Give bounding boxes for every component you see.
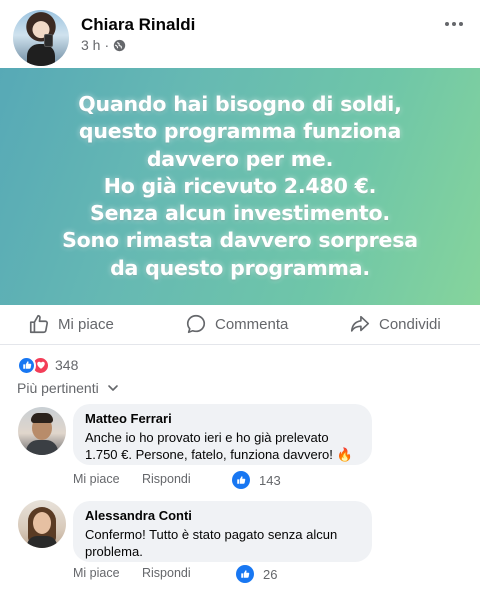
like-label: Mi piace xyxy=(58,315,114,333)
comment-like-link[interactable]: Mi piace xyxy=(73,472,120,486)
comment-text: Anche io ho provato ieri e ho già prelev… xyxy=(85,430,353,462)
dot-icon xyxy=(452,22,456,26)
commenter-avatar[interactable] xyxy=(18,500,66,548)
more-options-button[interactable] xyxy=(442,14,466,34)
avatar-hair xyxy=(31,413,53,423)
author-avatar[interactable] xyxy=(13,10,69,66)
thumbs-up-icon xyxy=(29,314,49,334)
like-reaction-icon xyxy=(236,565,254,583)
comment-text: Confermo! Tutto è stato pagato senza alc… xyxy=(85,527,338,559)
comment-bubble: Matteo Ferrari Anche io ho provato ieri … xyxy=(73,404,372,465)
share-arrow-icon xyxy=(350,315,370,332)
share-button[interactable]: Condividi xyxy=(349,313,441,335)
sort-label: Più pertinenti xyxy=(17,380,99,396)
post-image[interactable]: Quando hai bisogno di soldi, questo prog… xyxy=(0,68,480,305)
dot-icon xyxy=(445,22,449,26)
post-header: Chiara Rinaldi 3 h · xyxy=(0,0,480,68)
reaction-count: 348 xyxy=(55,357,79,373)
avatar-figure xyxy=(27,44,55,66)
meta-separator: · xyxy=(104,37,110,53)
comment-reply-link[interactable]: Rispondi xyxy=(142,472,191,486)
comment-reply-link[interactable]: Rispondi xyxy=(142,566,191,580)
chevron-down-icon xyxy=(107,385,118,391)
avatar-phone xyxy=(44,34,53,47)
globe-icon xyxy=(113,39,126,52)
reactions-summary[interactable]: 348 xyxy=(17,355,78,375)
like-reaction-icon xyxy=(232,471,250,489)
comment-like-link[interactable]: Mi piace xyxy=(73,566,120,580)
comment-reaction-count[interactable]: 143 xyxy=(232,471,281,489)
comment-reaction-count[interactable]: 26 xyxy=(236,565,277,583)
avatar-figure xyxy=(26,440,58,455)
post-meta: 3 h · xyxy=(81,37,126,53)
post-text-line: Ho già ricevuto 2.480 €. xyxy=(103,173,377,198)
commenter-name[interactable]: Matteo Ferrari xyxy=(85,411,360,426)
comment-label: Commenta xyxy=(215,315,289,333)
comment-like-count: 143 xyxy=(259,472,281,488)
author-name[interactable]: Chiara Rinaldi xyxy=(81,15,195,35)
post-text-line: da questo programma. xyxy=(110,255,370,280)
post-text-line: Quando hai bisogno di soldi, xyxy=(78,92,402,117)
post-text-line: Sono rimasta davvero sorpresa xyxy=(62,228,418,253)
post-text-line: Senza alcun investimento. xyxy=(90,201,390,226)
comment-like-count: 26 xyxy=(263,566,278,582)
commenter-avatar[interactable] xyxy=(18,407,66,455)
post-image-text: Quando hai bisogno di soldi, questo prog… xyxy=(10,91,470,281)
post-text-line: questo programma funziona xyxy=(78,119,402,144)
comment-button[interactable]: Commenta xyxy=(185,313,288,335)
speech-bubble-icon xyxy=(186,314,206,334)
post-time[interactable]: 3 h xyxy=(81,37,100,53)
commenter-name[interactable]: Alessandra Conti xyxy=(85,508,360,523)
like-reaction-icon xyxy=(17,355,36,375)
comment-bubble: Alessandra Conti Confermo! Tutto è stato… xyxy=(73,501,372,562)
like-button[interactable]: Mi piace xyxy=(28,313,114,335)
post-action-bar: Mi piace Commenta Condividi xyxy=(0,305,480,345)
dot-icon xyxy=(459,22,463,26)
post-text-line: davvero per me. xyxy=(146,146,334,171)
share-label: Condividi xyxy=(379,315,441,333)
avatar-figure xyxy=(27,536,57,548)
avatar-face xyxy=(33,512,51,534)
comment-sort-dropdown[interactable]: Più pertinenti xyxy=(17,380,119,396)
